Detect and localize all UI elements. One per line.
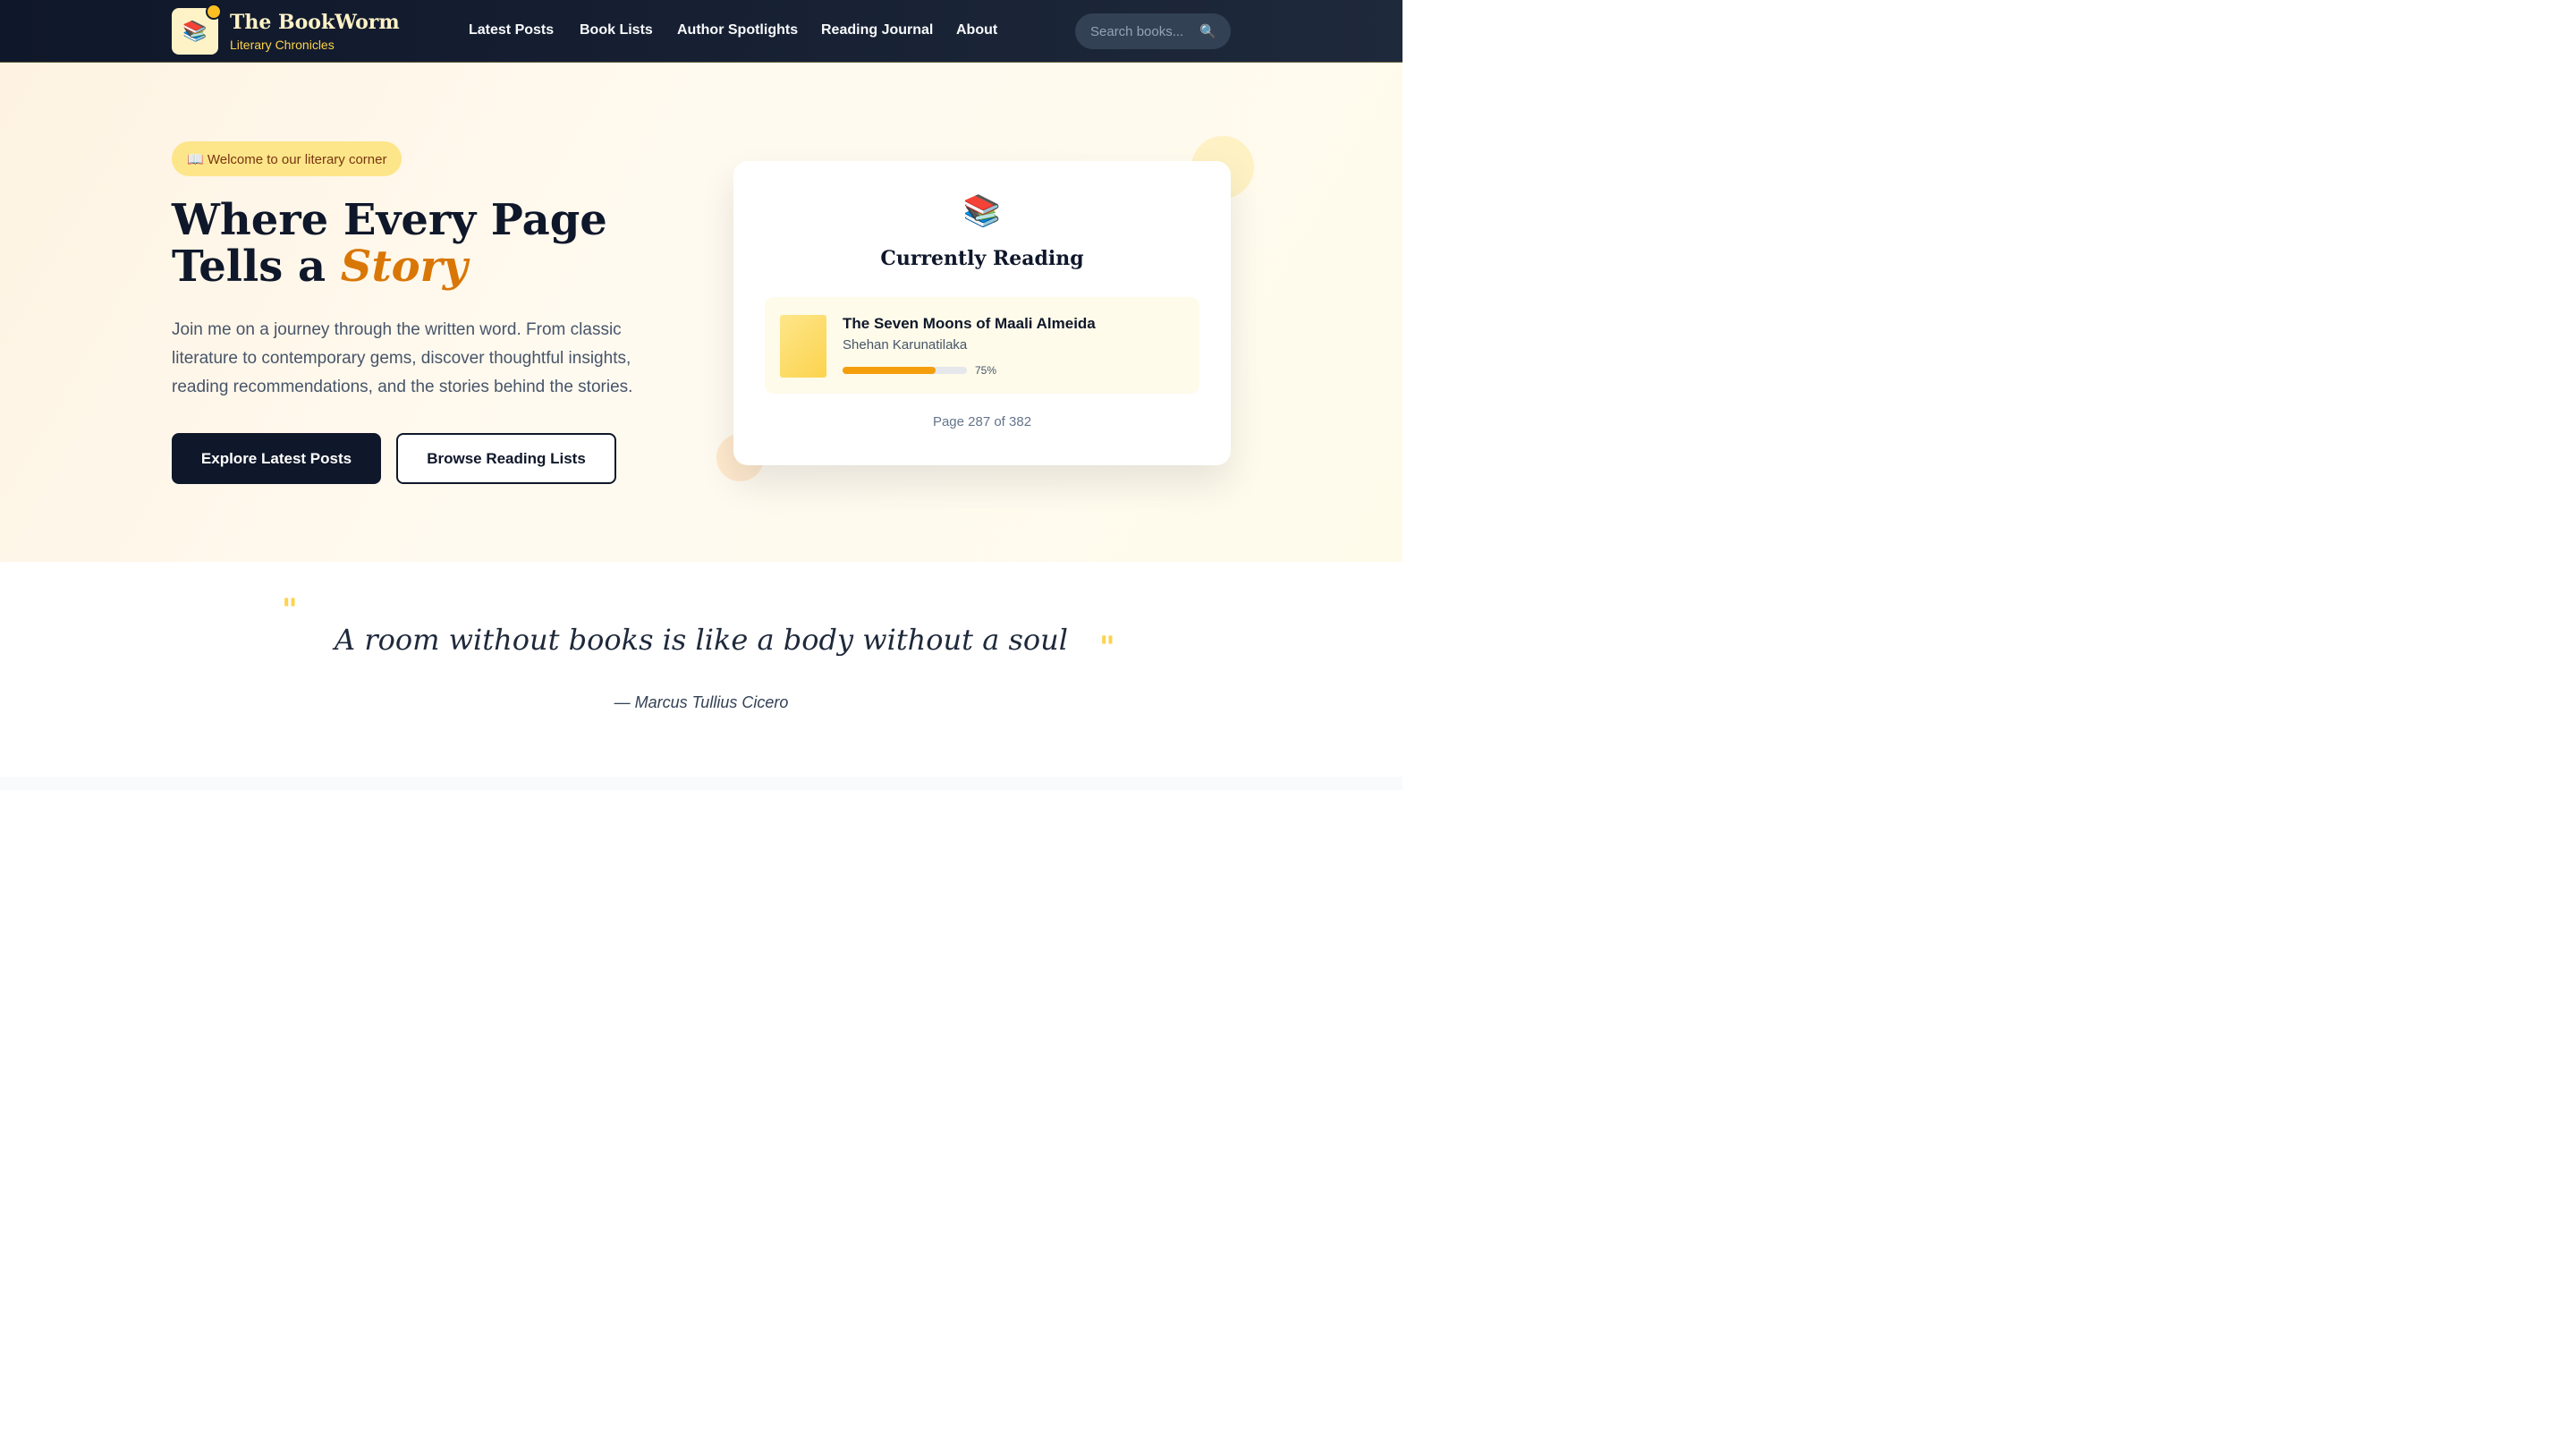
logo-notification-dot xyxy=(206,4,222,20)
headline-line-2-prefix: Tells a xyxy=(172,242,326,292)
reading-progress-label: 75% xyxy=(975,364,997,377)
books-icon: 📚 xyxy=(962,194,1002,228)
browse-reading-lists-button[interactable]: Browse Reading Lists xyxy=(396,433,616,484)
page-status: Page 287 of 382 xyxy=(932,414,1032,429)
book-title: The Seven Moons of Maali Almeida xyxy=(843,315,1096,332)
currently-reading-card: 📚 Currently Reading The Seven Moons of M… xyxy=(733,161,1231,465)
nav-link-latest-posts[interactable]: Latest Posts xyxy=(469,22,554,38)
next-section-edge xyxy=(0,777,1402,790)
search-box: 🔍 xyxy=(1075,13,1231,49)
current-book[interactable]: The Seven Moons of Maali Almeida Shehan … xyxy=(765,297,1199,394)
search-input[interactable] xyxy=(1090,23,1198,39)
hero-section: 📖 Welcome to our literary corner Where E… xyxy=(0,63,1402,562)
nav-link-book-lists[interactable]: Book Lists xyxy=(580,22,653,38)
headline-accent-word: Story xyxy=(340,242,468,292)
brand-title[interactable]: The BookWorm xyxy=(230,11,400,34)
currently-reading-title: Currently Reading xyxy=(880,247,1084,270)
quote-author: — Marcus Tullius Cicero xyxy=(614,693,789,711)
quote-section: " A room without books is like a body wi… xyxy=(0,562,1402,777)
top-navigation: 📚 The BookWorm Literary Chronicles Lates… xyxy=(0,0,1402,63)
headline-line-1: Where Every Page xyxy=(172,195,607,245)
close-quote-mark: " xyxy=(1099,630,1115,666)
book-cover xyxy=(780,315,826,378)
reading-progress-bar xyxy=(843,367,967,374)
reading-progress-fill xyxy=(843,367,936,374)
quote-text: A room without books is like a body with… xyxy=(335,623,1068,657)
hero-headline: Where Every Page Tells a Story xyxy=(172,197,607,290)
explore-latest-posts-button[interactable]: Explore Latest Posts xyxy=(172,433,381,484)
nav-link-reading-journal[interactable]: Reading Journal xyxy=(821,22,933,38)
hero-description: Join me on a journey through the written… xyxy=(172,320,633,396)
welcome-badge: 📖 Welcome to our literary corner xyxy=(172,141,402,176)
brand-subtitle: Literary Chronicles xyxy=(230,38,335,52)
nav-link-about[interactable]: About xyxy=(956,22,997,38)
books-icon: 📚 xyxy=(182,20,208,42)
search-icon[interactable]: 🔍 xyxy=(1199,23,1216,39)
nav-link-author-spotlights[interactable]: Author Spotlights xyxy=(677,22,798,38)
book-author: Shehan Karunatilaka xyxy=(843,337,968,353)
